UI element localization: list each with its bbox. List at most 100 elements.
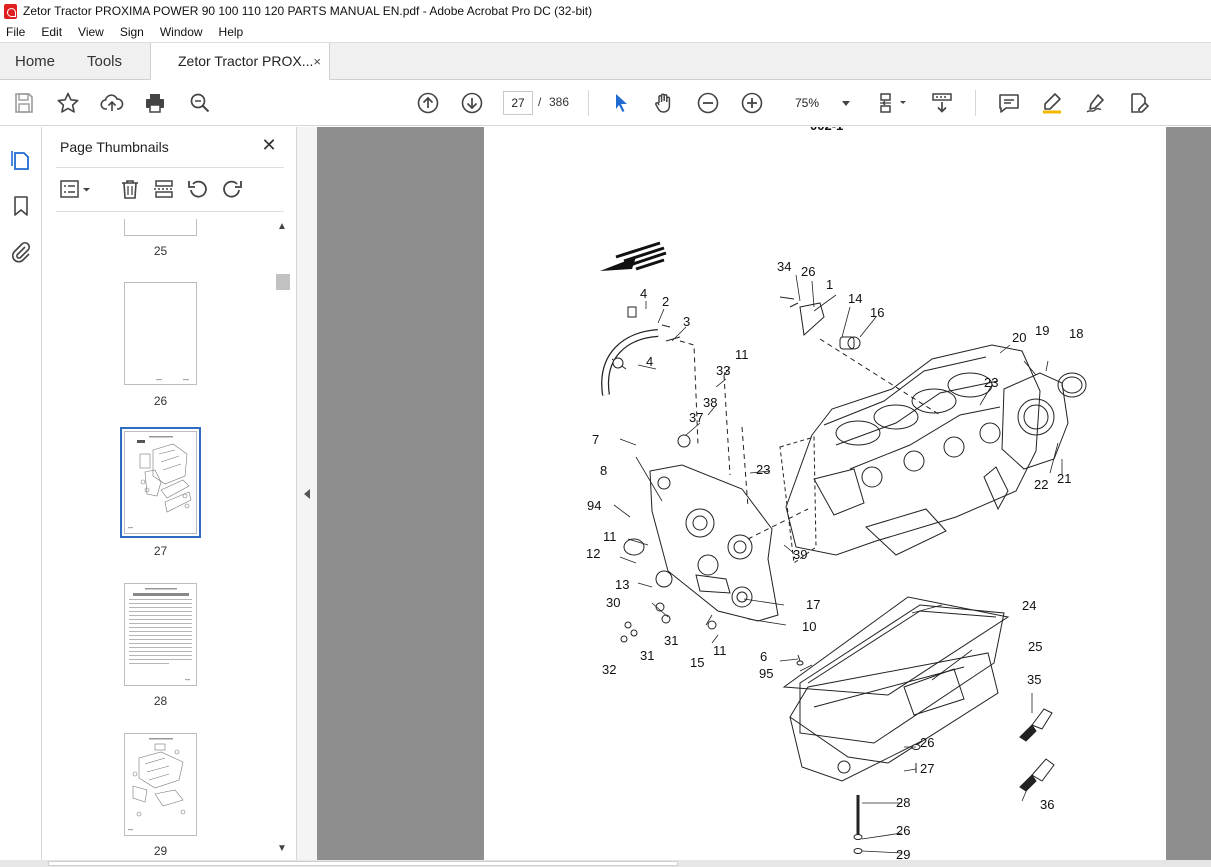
svg-text:26: 26 (801, 264, 815, 279)
navigation-rail (0, 127, 42, 867)
svg-text:11: 11 (603, 529, 617, 544)
thumbnail-page-29[interactable] (124, 733, 197, 836)
svg-text:11: 11 (713, 643, 727, 658)
thumbnail-label: 26 (153, 394, 168, 408)
fit-page-icon[interactable] (873, 89, 913, 117)
page-thumbnails-icon[interactable] (8, 147, 34, 173)
thumbnail-scrollbar[interactable]: ▲ ▼ (276, 219, 290, 859)
page-number-input[interactable]: 27 (503, 91, 533, 115)
menu-sign[interactable]: Sign (118, 24, 146, 40)
select-arrow-icon[interactable] (607, 89, 635, 117)
toolbar: 27 / 386 75% (0, 80, 1211, 126)
extract-pages-icon[interactable] (152, 177, 176, 201)
svg-text:31: 31 (664, 633, 678, 648)
scrollbar-thumb[interactable] (48, 861, 678, 866)
menu-file[interactable]: File (4, 24, 27, 40)
scroll-up-icon[interactable]: ▲ (277, 221, 287, 232)
close-panel-icon[interactable]: ✕ (259, 135, 279, 155)
rotate-right-icon[interactable] (220, 177, 244, 201)
tab-document[interactable]: Zetor Tractor PROX... × (150, 43, 330, 81)
thumbnail-options-icon[interactable] (58, 177, 94, 201)
delete-icon[interactable] (118, 177, 142, 201)
bookmark-icon[interactable] (8, 193, 34, 219)
zoom-out-icon[interactable] (694, 89, 722, 117)
svg-text:11: 11 (735, 347, 749, 362)
svg-text:32: 32 (602, 662, 616, 677)
panel-title: Page Thumbnails (60, 139, 169, 155)
thumbnail-label: 27 (153, 544, 168, 558)
svg-text:4: 4 (640, 286, 647, 301)
thumbnail-page-25[interactable] (124, 219, 197, 236)
direction-arrow-icon (600, 241, 667, 271)
timing-cover (649, 464, 779, 622)
page-up-icon[interactable] (414, 89, 442, 117)
menu-help[interactable]: Help (217, 24, 246, 40)
tab-bar: Home Tools Zetor Tractor PROX... × (0, 42, 1211, 81)
menu-edit[interactable]: Edit (39, 24, 64, 40)
collapse-panel-icon[interactable] (304, 489, 310, 499)
scroll-mode-icon[interactable] (928, 89, 956, 117)
sign-icon[interactable] (1082, 89, 1110, 117)
svg-text:38: 38 (703, 395, 717, 410)
svg-text:24: 24 (1022, 598, 1036, 613)
star-icon[interactable] (54, 89, 82, 117)
menu-window[interactable]: Window (158, 24, 205, 40)
tab-home[interactable]: Home (15, 43, 55, 80)
rotate-left-icon[interactable] (186, 177, 210, 201)
callout-labels: 34 26 1 14 16 4 2 3 4 11 33 38 37 7 8 94… (586, 259, 1083, 860)
attachment-icon[interactable] (8, 239, 34, 265)
svg-text:36: 36 (1040, 797, 1054, 812)
document-horizontal-scrollbar[interactable] (0, 860, 1211, 867)
svg-text:25: 25 (1028, 639, 1042, 654)
panel-divider (56, 167, 284, 168)
thumbnail-list: 25 26 27 28 29 (56, 219, 276, 857)
toolbar-divider (588, 90, 589, 116)
svg-text:95: 95 (759, 666, 773, 681)
toolbar-divider (975, 90, 976, 116)
engine-block (785, 344, 1041, 556)
close-tab-icon[interactable]: × (313, 43, 321, 80)
svg-text:26: 26 (896, 823, 910, 838)
zoom-select[interactable]: 75% (782, 91, 856, 115)
svg-text:28: 28 (896, 795, 910, 810)
tab-tools[interactable]: Tools (87, 43, 122, 80)
svg-text:17: 17 (806, 597, 820, 612)
highlight-icon[interactable] (1038, 89, 1066, 117)
edit-icon[interactable] (1125, 89, 1153, 117)
pdf-page: 002-1 (484, 127, 1166, 860)
page-header-fragment: 002-1 (810, 127, 843, 133)
thumbnail-page-27[interactable] (120, 427, 201, 538)
panel-splitter[interactable] (296, 127, 317, 867)
svg-text:10: 10 (802, 619, 816, 634)
svg-text:15: 15 (690, 655, 704, 670)
tab-document-label: Zetor Tractor PROX... (178, 53, 314, 69)
hand-icon[interactable] (650, 89, 678, 117)
chevron-down-icon (842, 101, 850, 106)
zoom-in-icon[interactable] (738, 89, 766, 117)
upload-icon[interactable] (98, 89, 126, 117)
svg-text:29: 29 (896, 847, 910, 860)
svg-text:23: 23 (984, 375, 998, 390)
thumbnail-page-26[interactable] (124, 282, 197, 385)
document-viewport[interactable]: 002-1 (317, 127, 1211, 860)
thumbnail-page-28[interactable] (124, 583, 197, 686)
print-icon[interactable] (141, 89, 169, 117)
window-title: Zetor Tractor PROXIMA POWER 90 100 110 1… (23, 4, 593, 18)
svg-text:26: 26 (920, 735, 934, 750)
page-total: 386 (549, 95, 570, 109)
oil-pan (789, 604, 1005, 782)
scroll-down-icon[interactable]: ▼ (277, 843, 287, 854)
menu-view[interactable]: View (76, 24, 106, 40)
svg-text:8: 8 (600, 463, 607, 478)
title-bar: Zetor Tractor PROXIMA POWER 90 100 110 1… (0, 0, 1211, 22)
save-icon[interactable] (10, 89, 38, 117)
zoom-search-icon[interactable] (186, 89, 214, 117)
scrollbar-thumb[interactable] (276, 274, 290, 290)
svg-text:20: 20 (1012, 330, 1026, 345)
page-down-icon[interactable] (458, 89, 486, 117)
zoom-value: 75% (795, 96, 820, 110)
comment-icon[interactable] (995, 89, 1023, 117)
svg-text:2: 2 (662, 294, 669, 309)
thumbnail-label: 29 (153, 844, 168, 857)
svg-text:33: 33 (716, 363, 730, 378)
